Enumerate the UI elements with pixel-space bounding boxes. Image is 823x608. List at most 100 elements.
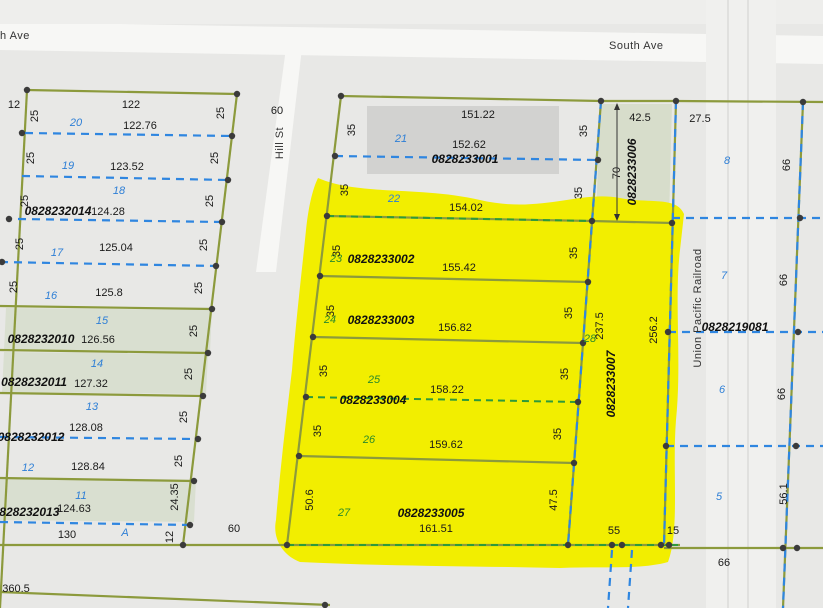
- dimension-label: 35: [578, 125, 590, 137]
- parcel-id-0828233007: 0828233007: [604, 349, 618, 417]
- lot-number: 19: [62, 160, 74, 172]
- dimension-label: 151.22: [461, 109, 495, 121]
- dimension-label: 25: [193, 282, 205, 294]
- dimension-label: 25: [188, 325, 200, 337]
- dimension-label: 128.84: [71, 461, 105, 473]
- lot-number: 11: [75, 490, 86, 502]
- parcel-id-0828232012: 0828232012: [0, 430, 65, 444]
- dimension-label: 237.5: [594, 312, 606, 340]
- lot-number: 6: [719, 384, 726, 396]
- lot-number: A: [120, 527, 128, 539]
- railroad-corridor: [706, 0, 776, 608]
- dimension-label: 35: [318, 365, 330, 377]
- parcel-id-0828233004: 0828233004: [340, 393, 407, 407]
- dimension-label: 35: [563, 307, 575, 319]
- dimension-label: 152.62: [452, 139, 486, 151]
- dimension-label: 35: [568, 247, 580, 259]
- top-strip: [0, 0, 823, 24]
- dimension-label: 124.28: [91, 206, 125, 218]
- dimension-label: 35: [573, 187, 585, 199]
- lot-number: 18: [113, 185, 126, 197]
- dimension-label: 156.82: [438, 322, 472, 334]
- dimension-label: 25: [183, 368, 195, 380]
- dimension-label: 25: [204, 195, 216, 207]
- dimension-label: 161.51: [419, 523, 453, 535]
- parcel-id-0828233001: 0828233001: [432, 152, 499, 166]
- parcel-map[interactable]: h Ave South Ave Hill St Union Pacific Ra…: [0, 0, 823, 608]
- dimension-label: 35: [346, 124, 358, 136]
- dimension-label: 256.2: [648, 316, 660, 344]
- dimension-label: 35: [552, 428, 564, 440]
- dimension-label: 35: [325, 305, 337, 317]
- dimension-label: 130: [58, 529, 76, 541]
- dimension-label: 35: [312, 425, 324, 437]
- lot-number: 25: [367, 374, 381, 386]
- dimension-label: 158.22: [430, 384, 464, 396]
- dimension-label: 66: [781, 159, 793, 171]
- dimension-label: 25: [19, 195, 31, 207]
- lot-number: 5: [716, 491, 723, 503]
- dimension-label: 126.56: [81, 334, 115, 346]
- dimension-label: 60: [271, 105, 283, 117]
- dimension-label: 25: [178, 411, 190, 423]
- dimension-label: 25: [209, 152, 221, 164]
- lot-number: 12: [22, 462, 34, 474]
- map-canvas[interactable]: h Ave South Ave Hill St Union Pacific Ra…: [0, 0, 823, 608]
- lot-number: 8: [724, 155, 731, 167]
- dimension-label: 25: [29, 110, 41, 122]
- dimension-label: 122: [122, 99, 140, 111]
- dimension-label: 12: [164, 531, 176, 543]
- parcel-id-0828232010: 0828232010: [8, 332, 75, 346]
- parcel-id-0828232013: 0828232013: [0, 505, 60, 519]
- dimension-label: 35: [339, 184, 351, 196]
- dimension-label: 25: [14, 238, 26, 250]
- parcel-id-0828233006: 0828233006: [625, 138, 639, 205]
- dimension-label: 66: [718, 557, 730, 569]
- dimension-label: 35: [559, 368, 571, 380]
- dimension-label: 42.5: [629, 112, 650, 124]
- dimension-label: 27.5: [689, 113, 710, 125]
- dimension-label: 47.5: [548, 489, 560, 510]
- dimension-label: 128.08: [69, 422, 103, 434]
- lot-number: 15: [96, 315, 109, 327]
- dimension-label: 125.8: [95, 287, 123, 299]
- dimension-label: 35: [331, 245, 343, 257]
- dimension-label: 50.6: [304, 489, 316, 510]
- parcel-id-0828232011: 0828232011: [1, 375, 67, 389]
- dimension-label: 122.76: [123, 120, 157, 132]
- parcel-id-0828233005: 0828233005: [398, 506, 465, 520]
- dimension-label: 66: [776, 388, 788, 400]
- lot-number: 26: [362, 434, 376, 446]
- dimension-label: 154.02: [449, 202, 483, 214]
- dimension-label: 125.04: [99, 242, 133, 254]
- dimension-label: 127.32: [74, 378, 108, 390]
- lot-number: 7: [721, 270, 728, 282]
- dimension-label: 25: [173, 455, 185, 467]
- dimension-label: 360.5: [2, 583, 30, 595]
- parcel-id-0828233003: 0828233003: [348, 313, 415, 327]
- dimension-label: 56.1: [778, 483, 790, 504]
- dimension-label: 15: [667, 525, 679, 537]
- dimension-label: 66: [778, 274, 790, 286]
- dimension-label: 24.35: [169, 483, 181, 511]
- dimension-label: 25: [8, 281, 20, 293]
- railroad-label: Union Pacific Railroad: [692, 248, 704, 367]
- selected-parcels-highlight: [275, 178, 684, 568]
- hill-st-label: Hill St: [274, 127, 286, 159]
- dimension-label: 55: [608, 525, 620, 537]
- lot-number: 14: [91, 358, 103, 370]
- dimension-label: 60: [228, 523, 240, 535]
- lot-number: 17: [51, 247, 64, 259]
- lot-number: 22: [387, 193, 400, 205]
- dimension-label: 124.63: [57, 503, 91, 515]
- parcel-id-0828232014: 0828232014: [25, 204, 92, 218]
- lot-number: 21: [394, 133, 407, 145]
- parcel-id-0828233002: 0828233002: [348, 252, 415, 266]
- lot-number: 27: [337, 507, 351, 519]
- lot-number: 16: [45, 290, 58, 302]
- dimension-label: 12: [8, 99, 20, 111]
- parcel-id-0828219081: 0828219081: [702, 320, 769, 334]
- dimension-label: 25: [215, 107, 227, 119]
- south-ave-left-label: h Ave: [0, 30, 30, 42]
- dimension-label: 25: [25, 152, 37, 164]
